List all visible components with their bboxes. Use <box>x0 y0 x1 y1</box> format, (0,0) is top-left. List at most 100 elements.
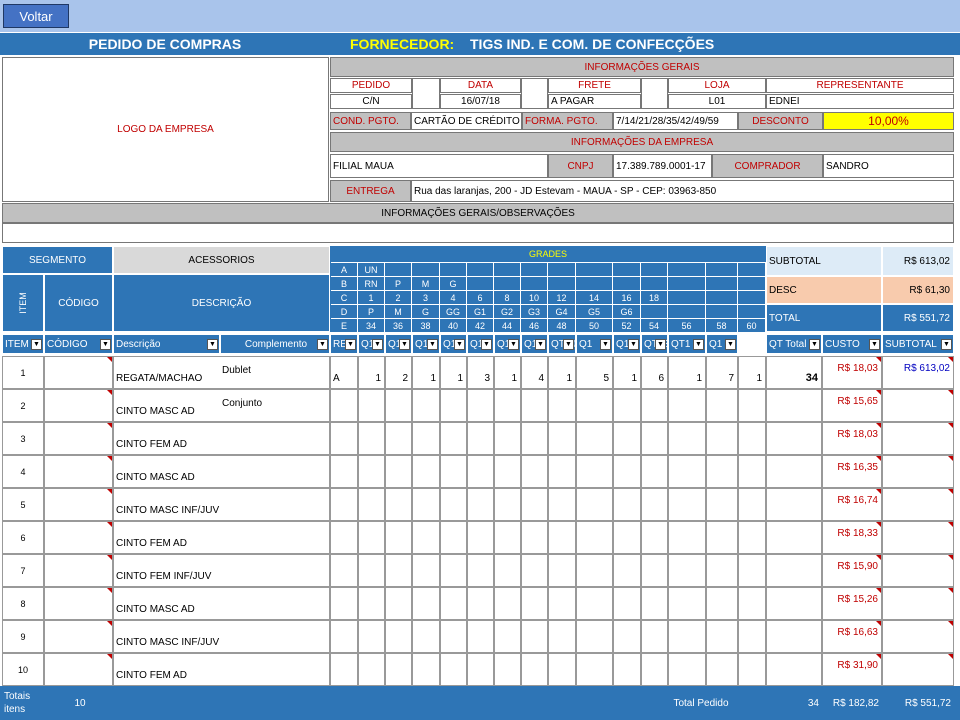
qt-cell[interactable] <box>668 587 706 620</box>
codigo-cell[interactable] <box>44 356 113 389</box>
grade-size-cell[interactable] <box>613 262 641 276</box>
qt-cell[interactable] <box>641 587 668 620</box>
qt-cell[interactable] <box>440 620 467 653</box>
qt-cell[interactable] <box>467 389 494 422</box>
complemento-cell[interactable] <box>220 422 330 455</box>
qt-cell[interactable] <box>521 389 548 422</box>
grade-size-cell[interactable]: 60 <box>738 318 766 332</box>
qt-total-cell[interactable] <box>766 488 822 521</box>
qt-cell[interactable] <box>706 389 738 422</box>
grade-size-cell[interactable]: 14 <box>576 290 613 304</box>
qt-cell[interactable] <box>548 455 576 488</box>
grade-size-cell[interactable]: UN <box>358 262 385 276</box>
complemento-cell[interactable] <box>220 455 330 488</box>
subtotal-cell[interactable] <box>882 389 954 422</box>
qt-cell[interactable] <box>576 422 613 455</box>
qt-cell[interactable] <box>738 488 766 521</box>
qt-cell[interactable] <box>668 389 706 422</box>
custo-cell[interactable]: R$ 18,33 <box>822 521 882 554</box>
grade-size-cell[interactable] <box>440 262 467 276</box>
grade-size-cell[interactable] <box>548 276 576 290</box>
grade-size-cell[interactable]: G2 <box>494 304 521 318</box>
qt-cell[interactable] <box>613 554 641 587</box>
subtotal-cell[interactable] <box>882 521 954 554</box>
qt-cell[interactable] <box>385 422 412 455</box>
descricao-cell[interactable]: CINTO MASC AD <box>113 455 220 488</box>
qt-cell[interactable]: 1 <box>613 356 641 389</box>
segment-value[interactable]: ACESSORIOS <box>113 246 330 274</box>
qt-cell[interactable] <box>706 587 738 620</box>
re-cell[interactable] <box>330 587 358 620</box>
qt-cell[interactable] <box>521 653 548 686</box>
qt-cell[interactable] <box>494 587 521 620</box>
filter-dropdown-icon[interactable]: ▼ <box>100 339 111 350</box>
qt-cell[interactable] <box>668 488 706 521</box>
grade-size-cell[interactable] <box>548 262 576 276</box>
grade-size-cell[interactable]: 8 <box>494 290 521 304</box>
qt-cell[interactable] <box>613 587 641 620</box>
grade-size-cell[interactable]: 12 <box>548 290 576 304</box>
qt-cell[interactable] <box>494 389 521 422</box>
qt-cell[interactable] <box>613 422 641 455</box>
grade-size-cell[interactable] <box>467 276 494 290</box>
qt-cell[interactable] <box>613 455 641 488</box>
qt-cell[interactable] <box>385 389 412 422</box>
complemento-cell[interactable] <box>220 587 330 620</box>
grade-size-cell[interactable]: GG <box>440 304 467 318</box>
descricao-cell[interactable]: CINTO MASC AD <box>113 587 220 620</box>
filter-dropdown-icon[interactable]: ▼ <box>427 339 438 350</box>
qt-cell[interactable] <box>385 521 412 554</box>
qt-cell[interactable] <box>358 521 385 554</box>
qt-cell[interactable] <box>641 422 668 455</box>
grade-size-cell[interactable] <box>613 276 641 290</box>
filter-dropdown-icon[interactable]: ▼ <box>454 339 465 350</box>
qt-cell[interactable] <box>548 653 576 686</box>
qt-cell[interactable] <box>494 455 521 488</box>
qt-total-cell[interactable]: 34 <box>766 356 822 389</box>
descricao-cell[interactable]: CINTO FEM INF/JUV <box>113 554 220 587</box>
subtotal-cell[interactable]: R$ 613,02 <box>882 356 954 389</box>
subtotal-cell[interactable] <box>882 554 954 587</box>
complemento-cell[interactable]: Dublet <box>220 356 330 389</box>
codigo-cell[interactable] <box>44 488 113 521</box>
qt-cell[interactable] <box>467 488 494 521</box>
grade-size-cell[interactable] <box>412 262 440 276</box>
qt-total-cell[interactable] <box>766 521 822 554</box>
re-cell[interactable] <box>330 521 358 554</box>
qt-cell[interactable]: 3 <box>467 356 494 389</box>
re-cell[interactable] <box>330 389 358 422</box>
custo-cell[interactable]: R$ 16,35 <box>822 455 882 488</box>
qt-cell[interactable] <box>576 653 613 686</box>
qt-cell[interactable] <box>548 389 576 422</box>
re-cell[interactable]: A <box>330 356 358 389</box>
codigo-cell[interactable] <box>44 587 113 620</box>
qt-cell[interactable] <box>668 653 706 686</box>
comprador-field[interactable]: SANDRO <box>823 154 954 178</box>
grade-size-cell[interactable] <box>706 262 738 276</box>
qt-cell[interactable]: 1 <box>738 356 766 389</box>
item-cell[interactable]: 4 <box>2 455 44 488</box>
grade-size-cell[interactable] <box>521 262 548 276</box>
codigo-cell[interactable] <box>44 455 113 488</box>
grade-size-cell[interactable]: G <box>412 304 440 318</box>
qt-cell[interactable] <box>412 521 440 554</box>
grade-size-cell[interactable] <box>467 262 494 276</box>
descricao-cell[interactable]: CINTO FEM AD <box>113 422 220 455</box>
qt-cell[interactable] <box>358 554 385 587</box>
qt-cell[interactable] <box>548 587 576 620</box>
re-cell[interactable] <box>330 620 358 653</box>
filter-dropdown-icon[interactable]: ▼ <box>399 339 410 350</box>
qt-cell[interactable]: 4 <box>521 356 548 389</box>
re-cell[interactable] <box>330 653 358 686</box>
grade-size-cell[interactable]: 58 <box>706 318 738 332</box>
qt-cell[interactable] <box>706 488 738 521</box>
qt-cell[interactable] <box>548 620 576 653</box>
observations-field[interactable] <box>2 223 954 243</box>
filter-dropdown-icon[interactable]: ▼ <box>693 339 704 350</box>
qt-total-cell[interactable] <box>766 620 822 653</box>
qt-cell[interactable] <box>706 422 738 455</box>
grade-size-cell[interactable]: P <box>358 304 385 318</box>
grade-size-cell[interactable]: M <box>385 304 412 318</box>
qt-cell[interactable] <box>668 521 706 554</box>
qt-cell[interactable] <box>358 389 385 422</box>
